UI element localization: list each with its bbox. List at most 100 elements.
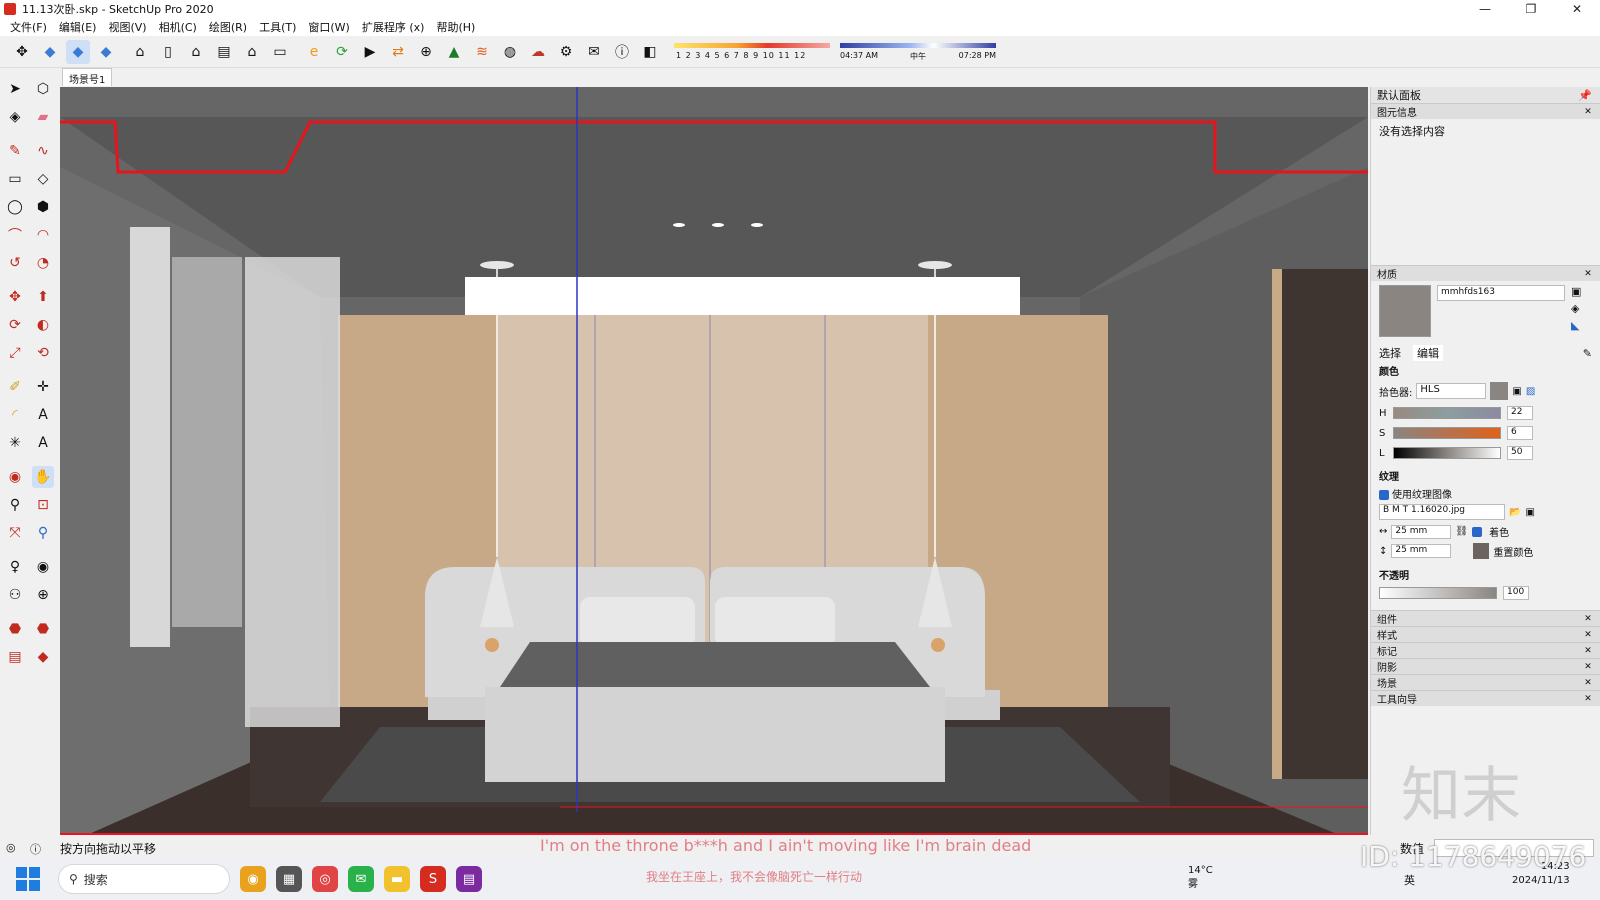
section-shadows[interactable]: 阴影 ✕ bbox=[1371, 658, 1600, 674]
plugin-e-icon[interactable]: e bbox=[302, 40, 326, 64]
freehand-icon[interactable]: ∿ bbox=[32, 140, 54, 162]
axes-icon[interactable]: ✳ bbox=[4, 432, 26, 454]
opacity-slider[interactable] bbox=[1379, 587, 1497, 599]
close-button[interactable]: ✕ bbox=[1554, 0, 1600, 18]
component-icon[interactable]: ⬡ bbox=[32, 78, 54, 100]
previous-view-icon[interactable]: ⚲ bbox=[32, 522, 54, 544]
rectangle-icon[interactable]: ▭ bbox=[4, 168, 26, 190]
scene-tab[interactable]: 场景号1 bbox=[62, 68, 113, 86]
match-screen-icon[interactable]: ▨ bbox=[1526, 386, 1535, 397]
taskbar-search[interactable]: ⚲ 搜索 bbox=[58, 864, 230, 894]
dimension-icon[interactable]: ✛ bbox=[32, 376, 54, 398]
close-icon[interactable]: ✕ bbox=[1582, 269, 1594, 279]
lightness-slider[interactable] bbox=[1393, 447, 1501, 459]
chrome-icon[interactable]: ◉ bbox=[240, 866, 266, 892]
maximize-button[interactable]: ❐ bbox=[1508, 0, 1554, 18]
pan-hand-icon[interactable]: ✋ bbox=[32, 466, 54, 488]
gear-icon[interactable]: ⚙ bbox=[554, 40, 578, 64]
paint-bucket-icon[interactable]: ◈ bbox=[4, 106, 26, 128]
house-view-2-icon[interactable]: ▯ bbox=[156, 40, 180, 64]
input-lang[interactable]: 英 bbox=[1404, 872, 1415, 888]
shadow-month-slider[interactable]: 1 2 3 4 5 6 7 8 9 10 11 12 bbox=[674, 41, 830, 63]
weather-widget[interactable]: 14°C 雾 bbox=[1188, 864, 1213, 892]
section-components[interactable]: 组件 ✕ bbox=[1371, 610, 1600, 626]
file-explorer-icon[interactable]: ▬ bbox=[384, 866, 410, 892]
material-swatch[interactable] bbox=[1379, 285, 1431, 337]
walk-icon[interactable]: ⚇ bbox=[4, 584, 26, 606]
hue-slider[interactable] bbox=[1393, 407, 1501, 419]
mail-icon[interactable]: ✉ bbox=[582, 40, 606, 64]
warehouse-icon[interactable]: ⬣ bbox=[4, 618, 26, 640]
three-point-arc-icon[interactable]: ↺ bbox=[4, 252, 26, 274]
tab-edit[interactable]: 编辑 bbox=[1413, 345, 1443, 361]
menu-extensions[interactable]: 扩展程序 (x) bbox=[356, 19, 431, 35]
use-texture-checkbox[interactable] bbox=[1379, 490, 1389, 500]
shadow-time-slider[interactable]: 04:37 AM 中午 07:28 PM bbox=[840, 41, 996, 63]
eraser-icon[interactable]: ▰ bbox=[32, 106, 54, 128]
pie-icon[interactable]: ◔ bbox=[32, 252, 54, 274]
front-view-icon[interactable]: ◆ bbox=[94, 40, 118, 64]
section-styles[interactable]: 样式 ✕ bbox=[1371, 626, 1600, 642]
info-icon[interactable]: ⓘ bbox=[610, 40, 634, 64]
section-instructor[interactable]: 工具向导 ✕ bbox=[1371, 690, 1600, 706]
h-value-field[interactable]: 22 bbox=[1507, 406, 1533, 420]
refresh-icon[interactable]: ⟳ bbox=[330, 40, 354, 64]
reset-color-swatch[interactable] bbox=[1473, 543, 1490, 559]
iso-view-icon[interactable]: ◆ bbox=[38, 40, 62, 64]
geo-icon[interactable]: ◎ bbox=[6, 841, 16, 854]
cloud-upload-icon[interactable]: ☁ bbox=[526, 40, 550, 64]
calculator-icon[interactable]: ▦ bbox=[276, 866, 302, 892]
layers-icon[interactable]: ≋ bbox=[470, 40, 494, 64]
video-icon[interactable]: ▶ bbox=[358, 40, 382, 64]
move-icon[interactable]: ✥ bbox=[4, 286, 26, 308]
menu-window[interactable]: 窗口(W) bbox=[302, 19, 355, 35]
zoom-window-icon[interactable]: ⊡ bbox=[32, 494, 54, 516]
texture-height-field[interactable]: 25 mm bbox=[1391, 544, 1452, 558]
close-icon[interactable]: ✕ bbox=[1582, 646, 1594, 656]
checker-sphere-icon[interactable]: ◍ bbox=[498, 40, 522, 64]
l-value-field[interactable]: 50 bbox=[1507, 446, 1533, 460]
zoom-extents-icon[interactable]: ⤧ bbox=[4, 522, 26, 544]
texture-file-field[interactable]: B M T 1.16020.jpg bbox=[1379, 504, 1505, 520]
menu-view[interactable]: 视图(V) bbox=[102, 19, 152, 35]
orbit-axes-icon[interactable]: ✥ bbox=[10, 40, 34, 64]
material-name-field[interactable]: mmhfds163 bbox=[1437, 285, 1565, 301]
scale-icon[interactable]: ⤢ bbox=[4, 342, 26, 364]
protractor-icon[interactable]: ◜ bbox=[4, 404, 26, 426]
s-value-field[interactable]: 6 bbox=[1507, 426, 1533, 440]
paint-icon[interactable]: ◈ bbox=[1571, 302, 1581, 315]
windows-start-icon[interactable] bbox=[16, 867, 40, 891]
arc-icon[interactable]: ⌒ bbox=[4, 224, 26, 246]
layout-send-icon[interactable]: ▤ bbox=[4, 646, 26, 668]
house-view-4-icon[interactable]: ▤ bbox=[212, 40, 236, 64]
tape-measure-icon[interactable]: ✐ bbox=[4, 376, 26, 398]
tab-select[interactable]: 选择 bbox=[1379, 345, 1401, 361]
close-icon[interactable]: ✕ bbox=[1582, 694, 1594, 704]
3d-text-icon[interactable]: A bbox=[32, 432, 54, 454]
match-color-icon[interactable]: ▣ bbox=[1512, 386, 1521, 397]
house-view-5-icon[interactable]: ⌂ bbox=[240, 40, 264, 64]
rotated-rectangle-icon[interactable]: ◇ bbox=[32, 168, 54, 190]
look-around-icon[interactable]: ◉ bbox=[32, 556, 54, 578]
3d-viewport[interactable] bbox=[60, 87, 1368, 835]
offset-icon[interactable]: ⟲ bbox=[32, 342, 54, 364]
materials-section[interactable]: 材质 ✕ bbox=[1371, 265, 1600, 281]
texture-width-field[interactable]: 25 mm bbox=[1391, 524, 1452, 539]
reset-color-label[interactable]: 重置颜色 bbox=[1493, 544, 1533, 559]
close-icon[interactable]: ✕ bbox=[1582, 630, 1594, 640]
entity-info-section[interactable]: 图元信息 ✕ bbox=[1371, 103, 1600, 119]
orbit-icon[interactable]: ◉ bbox=[4, 466, 26, 488]
picker-select[interactable]: HLS bbox=[1416, 383, 1487, 399]
close-icon[interactable]: ✕ bbox=[1582, 678, 1594, 688]
rotate-icon[interactable]: ⟳ bbox=[4, 314, 26, 336]
pencil-line-icon[interactable]: ✎ bbox=[4, 140, 26, 162]
position-camera-icon[interactable]: ♀ bbox=[4, 556, 26, 578]
house-view-3-icon[interactable]: ⌂ bbox=[184, 40, 208, 64]
section-plane-icon[interactable]: ⊕ bbox=[32, 584, 54, 606]
pin-icon[interactable]: 📌 bbox=[1578, 89, 1592, 102]
house-view-1-icon[interactable]: ⌂ bbox=[128, 40, 152, 64]
top-view-icon[interactable]: ◆ bbox=[66, 39, 90, 64]
menu-edit[interactable]: 编辑(E) bbox=[53, 19, 103, 35]
wechat-icon[interactable]: ✉ bbox=[348, 866, 374, 892]
eyedropper-icon[interactable]: ✎ bbox=[1583, 347, 1592, 360]
